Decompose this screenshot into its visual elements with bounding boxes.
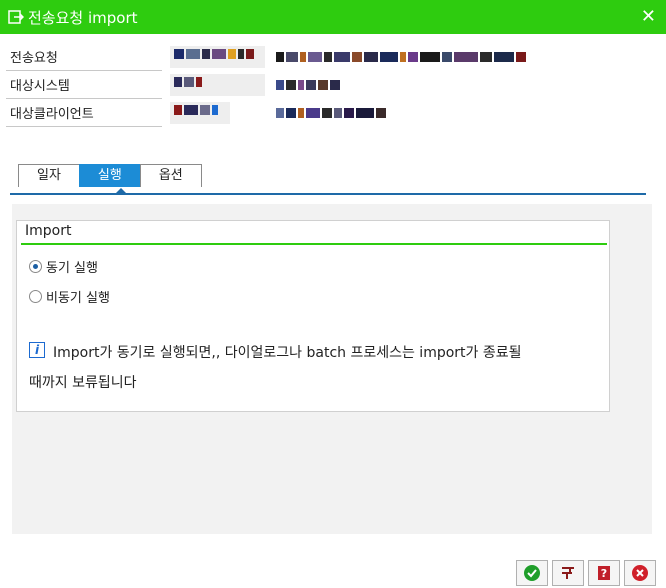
- field-label: 전송요청: [6, 44, 162, 71]
- info-text-line-1: Import가 동기로 실행되면,, 다이얼로그나 batch 프로세스는 im…: [53, 345, 522, 361]
- window-title: 전송요청 import: [28, 8, 138, 27]
- tab-options[interactable]: 옵션: [139, 164, 202, 187]
- close-icon[interactable]: ✕: [641, 6, 656, 27]
- radio-sync-execution[interactable]: 동기 실행: [29, 257, 98, 276]
- check-icon: [524, 565, 540, 581]
- radio-async-execution[interactable]: 비동기 실행: [29, 287, 110, 306]
- confirm-button[interactable]: [516, 560, 548, 586]
- transport-request-value[interactable]: [170, 46, 265, 68]
- target-client-description: [276, 105, 388, 119]
- field-label: 대상시스템: [6, 72, 162, 99]
- target-system-description: [276, 77, 342, 91]
- title-bar: 전송요청 import ✕: [0, 0, 666, 34]
- group-title: Import: [25, 223, 72, 239]
- tab-execution[interactable]: 실행: [78, 164, 141, 187]
- field-transport-request: 전송요청: [6, 44, 656, 72]
- target-client-value[interactable]: [170, 102, 230, 124]
- cancel-button[interactable]: [624, 560, 656, 586]
- field-target-system: 대상시스템: [6, 72, 656, 100]
- info-text-line-2: 때까지 보류됩니다: [29, 375, 137, 391]
- help-button[interactable]: ?: [588, 560, 620, 586]
- target-system-value[interactable]: [170, 74, 265, 96]
- tab-strip: 일자 실행 옵션: [18, 164, 202, 188]
- field-label: 대상클라이언트: [6, 100, 162, 127]
- group-title-underline: [21, 243, 607, 245]
- svg-text:?: ?: [601, 567, 607, 580]
- radio-label: 동기 실행: [46, 261, 98, 276]
- button-bar: ?: [516, 560, 656, 586]
- field-target-client: 대상클라이언트: [6, 100, 656, 128]
- help-icon: ?: [598, 566, 610, 580]
- cancel-icon: [632, 565, 648, 581]
- transport-button[interactable]: [552, 560, 584, 586]
- radio-label: 비동기 실행: [46, 291, 110, 306]
- field-list: 전송요청 대상시스템 대상클라이언트: [6, 44, 656, 128]
- dialog-window: 전송요청 import ✕ 전송요청 대상시스템 대상클라이언트 일자 실행 옵…: [0, 0, 666, 588]
- tab-date[interactable]: 일자: [18, 164, 80, 187]
- transport-icon: [562, 567, 574, 579]
- tab-panel: Import 동기 실행 비동기 실행 i Import가 동기로 실행되면,,…: [12, 204, 652, 534]
- transport-request-description: [276, 49, 528, 63]
- tab-underline: [10, 193, 646, 195]
- info-icon: i: [29, 342, 45, 358]
- radio-selected-icon[interactable]: [29, 260, 42, 273]
- radio-unselected-icon[interactable]: [29, 290, 42, 303]
- import-group: Import 동기 실행 비동기 실행 i Import가 동기로 실행되면,,…: [16, 220, 610, 412]
- transport-request-icon: [8, 10, 24, 24]
